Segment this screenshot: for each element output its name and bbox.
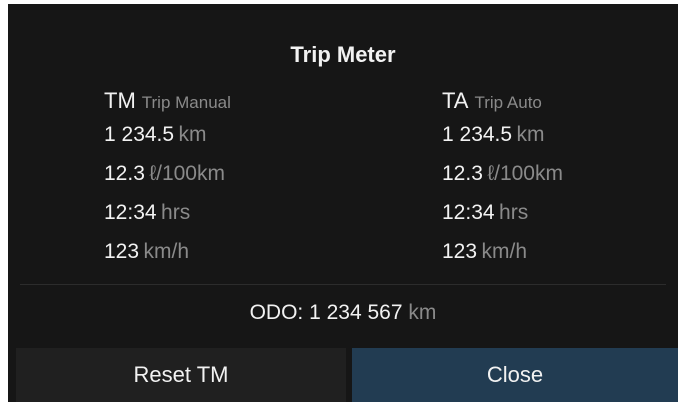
- trip-auto-speed-value: 123: [442, 240, 478, 263]
- trip-auto-time-unit: hrs: [499, 201, 529, 224]
- trip-manual-abbr: TM: [104, 88, 136, 113]
- trip-manual-distance-unit: km: [178, 123, 207, 146]
- trip-manual-time-value: 12:34: [104, 201, 157, 224]
- odometer-label: ODO:: [249, 301, 304, 324]
- trip-manual-header: TM Trip Manual: [104, 88, 231, 120]
- trip-manual-name: Trip Manual: [141, 93, 231, 112]
- trip-auto-abbr: TA: [442, 88, 469, 113]
- trip-auto-distance-unit: km: [516, 123, 545, 146]
- trip-manual-speed-unit: km/h: [143, 240, 190, 263]
- trip-manual-time-unit: hrs: [161, 201, 191, 224]
- trip-auto-time-value: 12:34: [442, 201, 495, 224]
- trip-auto-consumption-value: 12.3: [442, 162, 483, 185]
- trip-auto-speed: 123 km/h: [442, 237, 563, 276]
- reset-tm-button[interactable]: Reset TM: [16, 348, 346, 402]
- odometer-readout: ODO: 1 234 567 km: [8, 301, 678, 325]
- odometer-value: 1 234 567: [309, 301, 403, 324]
- trip-auto-column: TA Trip Auto 1 234.5 km 12.3 ℓ/100km 12:3…: [442, 88, 563, 276]
- close-button[interactable]: Close: [352, 348, 678, 402]
- trip-auto-name: Trip Auto: [474, 93, 542, 112]
- divider: [20, 284, 666, 285]
- trip-auto-distance: 1 234.5 km: [442, 120, 563, 159]
- trip-auto-consumption-unit: ℓ/100km: [487, 162, 563, 185]
- trip-manual-consumption: 12.3 ℓ/100km: [104, 159, 231, 198]
- odometer-unit: km: [408, 301, 437, 324]
- trip-manual-speed-value: 123: [104, 240, 140, 263]
- trip-auto-consumption: 12.3 ℓ/100km: [442, 159, 563, 198]
- trip-manual-consumption-unit: ℓ/100km: [149, 162, 225, 185]
- trip-meter-dialog: Trip Meter TM Trip Manual 1 234.5 km 12.3…: [8, 4, 678, 402]
- trip-manual-distance: 1 234.5 km: [104, 120, 231, 159]
- trip-manual-distance-value: 1 234.5: [104, 123, 175, 146]
- dialog-title: Trip Meter: [290, 42, 396, 67]
- trip-manual-time: 12:34 hrs: [104, 198, 231, 237]
- trip-auto-distance-value: 1 234.5: [442, 123, 513, 146]
- trip-auto-time: 12:34 hrs: [442, 198, 563, 237]
- trip-auto-header: TA Trip Auto: [442, 88, 563, 120]
- trip-manual-speed: 123 km/h: [104, 237, 231, 276]
- trip-auto-speed-unit: km/h: [481, 240, 528, 263]
- trip-manual-consumption-value: 12.3: [104, 162, 145, 185]
- trip-manual-column: TM Trip Manual 1 234.5 km 12.3 ℓ/100km 12…: [104, 88, 231, 276]
